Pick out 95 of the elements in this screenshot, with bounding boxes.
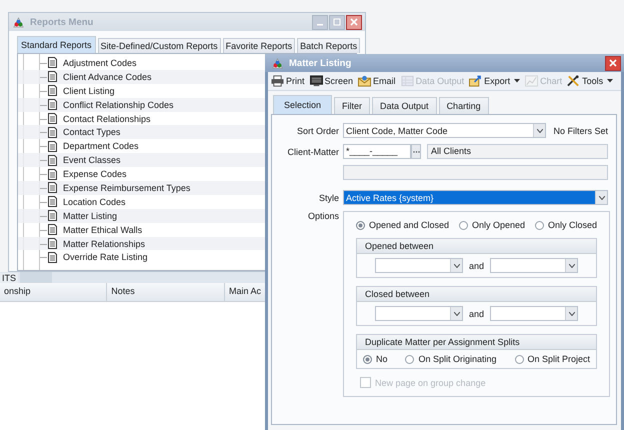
document-icon <box>48 238 57 250</box>
document-icon <box>48 113 57 124</box>
document-icon <box>48 210 57 222</box>
sort-order-dropdown[interactable]: Client Code, Matter Code <box>343 123 546 138</box>
maximize-icon <box>333 18 341 26</box>
and-label: and <box>469 260 484 270</box>
radio-button[interactable]: On Split Project <box>514 354 590 364</box>
toolbar-button[interactable]: Export <box>469 75 520 87</box>
document-icon <box>48 85 57 96</box>
group-header: Closed between <box>357 287 596 302</box>
export-icon <box>469 75 482 87</box>
client-description-field: All Clients <box>427 144 608 159</box>
group-header: Duplicate Matter per Assignment Splits <box>357 335 596 350</box>
tree-item[interactable]: Override Rate Listing <box>63 252 148 262</box>
document-icon <box>48 168 57 180</box>
tab[interactable]: Charting <box>438 97 489 114</box>
document-icon <box>48 196 57 208</box>
document-icon <box>48 252 57 263</box>
radio-button[interactable]: Opened and Closed <box>356 220 450 230</box>
tab[interactable]: Batch Reports <box>297 38 360 53</box>
chart-icon <box>525 75 538 87</box>
date-dropdown[interactable] <box>490 306 578 321</box>
document-icon <box>48 126 57 138</box>
close-button[interactable] <box>605 56 621 70</box>
date-dropdown[interactable] <box>375 258 463 273</box>
close-icon <box>609 59 617 67</box>
monitor-icon <box>310 75 323 87</box>
toolbar-button[interactable]: Screen <box>310 75 354 87</box>
chevron-down-icon <box>536 128 543 132</box>
filter-status: No Filters Set <box>553 126 608 136</box>
document-icon <box>48 57 57 68</box>
toolbar-button[interactable]: Email <box>358 75 396 87</box>
radio-button[interactable]: Only Closed <box>534 220 598 230</box>
tree-item[interactable]: Department Codes <box>63 141 139 152</box>
app-icon <box>12 16 25 28</box>
field-label: Style <box>318 192 339 202</box>
tab[interactable]: Site-Defined/Custom Reports <box>98 38 221 53</box>
tools-icon <box>567 75 580 87</box>
field-label: Client-Matter <box>286 146 339 156</box>
chevron-down-icon <box>568 312 575 316</box>
window-title: Matter Listing <box>289 58 352 68</box>
document-icon <box>48 140 57 152</box>
radio-button[interactable]: On Split Originating <box>405 354 497 364</box>
browse-button[interactable] <box>411 144 421 159</box>
tab[interactable]: Filter <box>334 97 370 114</box>
tab[interactable] <box>20 272 52 283</box>
close-icon <box>350 18 358 26</box>
column-header[interactable]: onship <box>0 283 108 301</box>
tree-item[interactable]: Contact Relationships <box>63 114 151 124</box>
window-title: Reports Menu <box>30 16 94 28</box>
chevron-down-icon <box>568 264 575 268</box>
style-dropdown[interactable]: Active Rates {system} <box>343 190 608 205</box>
tab[interactable]: Favorite Reports <box>222 38 296 53</box>
toolbar-button[interactable]: Print <box>271 75 305 87</box>
tree-item[interactable]: Location Codes <box>63 196 126 207</box>
tree-item[interactable]: Contact Types <box>63 127 120 138</box>
database-icon <box>400 75 414 87</box>
tree-item[interactable]: Matter Ethical Walls <box>63 224 142 235</box>
tab[interactable]: Selection <box>273 95 332 114</box>
tree-item[interactable]: Client Listing <box>63 86 115 96</box>
document-icon <box>48 224 57 236</box>
date-dropdown[interactable] <box>375 306 463 321</box>
tree-item[interactable]: Matter Listing <box>63 210 118 221</box>
column-header[interactable]: Notes <box>107 283 225 301</box>
tree-item[interactable]: Client Advance Codes <box>63 72 152 82</box>
group-header: Opened between <box>357 239 596 254</box>
client-matter-field[interactable]: *____-_____ <box>343 144 411 159</box>
radio-button[interactable]: No <box>363 354 388 364</box>
app-icon <box>271 56 284 70</box>
tree-item[interactable]: Conflict Relationship Codes <box>63 100 174 110</box>
document-icon <box>48 182 57 194</box>
document-icon <box>48 154 57 166</box>
toolbar-button[interactable]: Tools <box>567 75 614 87</box>
caret-icon <box>607 79 614 83</box>
chevron-down-icon <box>598 196 604 200</box>
field-label: Sort Order <box>296 126 339 136</box>
chevron-down-icon <box>454 312 460 316</box>
field-label: Options <box>306 211 339 221</box>
tab[interactable]: Standard Reports <box>17 36 96 53</box>
document-icon <box>48 71 57 82</box>
printer-icon <box>271 75 284 87</box>
tree-item[interactable]: Adjustment Codes <box>63 58 137 68</box>
tab[interactable]: Data Output <box>372 97 437 114</box>
envelope-icon <box>358 75 372 87</box>
tree-item[interactable]: Expense Codes <box>63 169 127 180</box>
tab[interactable]: ITS <box>0 273 18 283</box>
and-label: and <box>469 308 484 318</box>
document-icon <box>48 99 57 110</box>
tree-item[interactable]: Matter Relationships <box>63 238 146 249</box>
tree-item[interactable]: Event Classes <box>63 155 121 166</box>
date-dropdown[interactable] <box>490 258 578 273</box>
column-header[interactable]: Main Ac <box>224 283 265 301</box>
caret-icon <box>514 79 520 83</box>
chevron-down-icon <box>454 264 460 268</box>
radio-button[interactable]: Only Opened <box>459 220 526 230</box>
